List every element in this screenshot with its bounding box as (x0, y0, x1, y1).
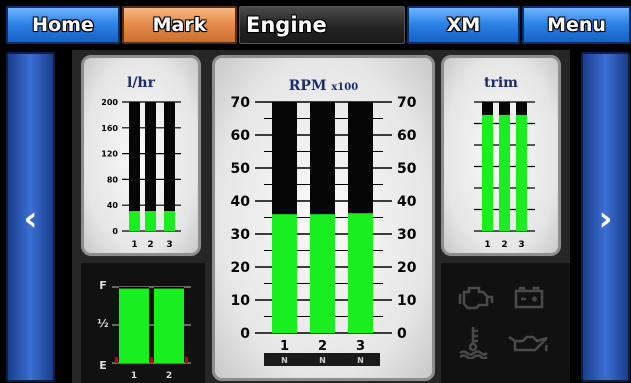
rpm-engine-label: 3 (356, 339, 365, 354)
fuel-level-bars: F ½ E 1 2 (97, 279, 191, 381)
rpm-tick-label-right: 0 (397, 326, 407, 342)
fuel-level-gauge: F ½ E 1 2 (81, 263, 205, 383)
rpm-engine-label: 1 (280, 339, 289, 354)
fuel-rate-engine-label: 1 (131, 240, 137, 250)
rpm-bars: 70 70 60 60 50 50 40 40 30 30 20 20 10 10 0 0 1 2 3 N N N (231, 95, 417, 366)
rpm-bar-fill (348, 213, 373, 333)
trim-bar-fill (499, 114, 510, 231)
rpm-tick-label-left: 60 (231, 128, 251, 144)
rpm-tick-label-left: 40 (231, 194, 251, 210)
trim-gauge: trim 123 (441, 55, 561, 256)
rpm-tick-label-left: 50 (231, 161, 251, 177)
top-tab-bar: Home Mark Engine XM Menu (0, 0, 631, 46)
fuel-rate-tick-label: 40 (107, 201, 119, 210)
fuel-rate-bar-fill (164, 211, 175, 231)
fuel-rate-bars: 200 160 120 80 40 0 1 2 3 (101, 98, 181, 250)
rpm-tick-label-right: 20 (397, 260, 417, 276)
chevron-right-icon: › (598, 199, 613, 239)
trim-engine-label: 2 (501, 240, 507, 250)
fuel-level-bar-fill (119, 288, 149, 363)
fuel-rate-engine-label: 2 (147, 240, 153, 250)
gear-indicator-label: N (319, 356, 326, 365)
rpm-gauge: RPM x100 70 70 60 60 50 50 40 40 30 30 20 20 10 10 0 0 1… (212, 55, 435, 381)
fuel-rate-tick-label: 160 (101, 124, 118, 133)
trim-engine-label: 3 (518, 240, 524, 250)
next-page-button[interactable]: › (581, 52, 630, 382)
rpm-tick-label-right: 40 (397, 194, 417, 210)
rpm-bar-fill (272, 214, 297, 333)
fuel-level-bar-fill (154, 288, 184, 363)
fuel-level-empty-label: E (99, 359, 107, 372)
trim-bars: 1 2 3 (474, 101, 535, 250)
fuel-rate-tick-label: 0 (112, 227, 118, 236)
rpm-tick-label-right: 70 (397, 95, 417, 111)
fuel-level-tank-label: 2 (166, 371, 172, 381)
fuel-rate-tick-label: 200 (101, 98, 118, 107)
menu-tab-button[interactable]: Menu (522, 6, 631, 44)
rpm-tick-label-right: 30 (397, 227, 417, 243)
rpm-tick-label-right: 10 (397, 293, 417, 309)
mark-tab-button[interactable]: Mark (122, 6, 237, 44)
fuel-level-low-marker (150, 357, 153, 363)
fuel-rate-tick-label: 80 (107, 175, 119, 184)
fuel-level-low-marker (115, 357, 118, 363)
home-tab-button[interactable]: Home (6, 6, 120, 44)
rpm-tick-label-left: 20 (231, 260, 251, 276)
rpm-tick-label-right: 60 (397, 128, 417, 144)
trim-bar-fill (482, 114, 493, 231)
rpm-tick-label-right: 50 (397, 161, 417, 177)
oil-pressure-icon (508, 335, 549, 352)
battery-icon (514, 286, 544, 309)
rpm-tick-label-left: 30 (231, 227, 251, 243)
fuel-rate-bar-fill (129, 211, 140, 231)
fuel-rate-gauge: l/hr 200 160 120 80 40 0 1 2 3 (81, 55, 201, 256)
chevron-left-icon: ‹ (23, 199, 38, 239)
fuel-rate-engine-label: 3 (166, 240, 172, 250)
warning-indicators (441, 263, 570, 383)
check-engine-icon (458, 286, 494, 310)
coolant-temperature-icon (459, 327, 488, 359)
rpm-engine-label: 2 (318, 339, 327, 354)
fuel-rate-tick-label: 120 (101, 150, 118, 159)
fuel-level-tank-label: 1 (131, 371, 137, 381)
page-title: Engine (239, 6, 405, 44)
rpm-tick-label-left: 70 (231, 95, 251, 111)
fuel-level-full-label: F (99, 279, 107, 292)
trim-engine-label: 1 (484, 240, 490, 250)
trim-bar-fill (516, 114, 527, 231)
previous-page-button[interactable]: ‹ (6, 52, 55, 382)
gear-indicator-label: N (281, 356, 288, 365)
rpm-tick-label-left: 10 (231, 293, 251, 309)
xm-tab-button[interactable]: XM (407, 6, 520, 44)
fuel-level-low-marker (185, 357, 188, 363)
rpm-bar-fill (310, 214, 335, 333)
rpm-tick-label-left: 0 (240, 326, 250, 342)
fuel-rate-bar-fill (145, 211, 156, 231)
fuel-level-half-label: ½ (97, 317, 108, 330)
gear-indicator-label: N (357, 356, 364, 365)
